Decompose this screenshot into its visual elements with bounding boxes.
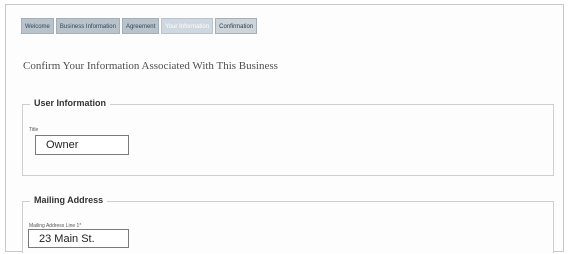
mailing-address-legend: Mailing Address: [30, 195, 108, 205]
tab-confirmation[interactable]: Confirmation: [215, 18, 258, 34]
user-information-section: User Information Title: [22, 98, 554, 176]
wizard-steps: Welcome Business Information Agreement Y…: [21, 18, 258, 34]
tab-your-information[interactable]: Your Information: [161, 18, 214, 34]
title-input[interactable]: [35, 135, 129, 155]
user-information-legend: User Information: [30, 98, 111, 108]
tab-business-information[interactable]: Business Information: [55, 18, 120, 34]
page-title: Confirm Your Information Associated With…: [23, 60, 278, 72]
title-label: Title: [29, 127, 39, 133]
mailing-address-section: Mailing Address Mailing Address Line 1*: [22, 195, 554, 253]
tab-welcome[interactable]: Welcome: [21, 18, 54, 34]
mailing-address-line1-input[interactable]: [28, 229, 129, 248]
tab-agreement[interactable]: Agreement: [121, 18, 160, 34]
